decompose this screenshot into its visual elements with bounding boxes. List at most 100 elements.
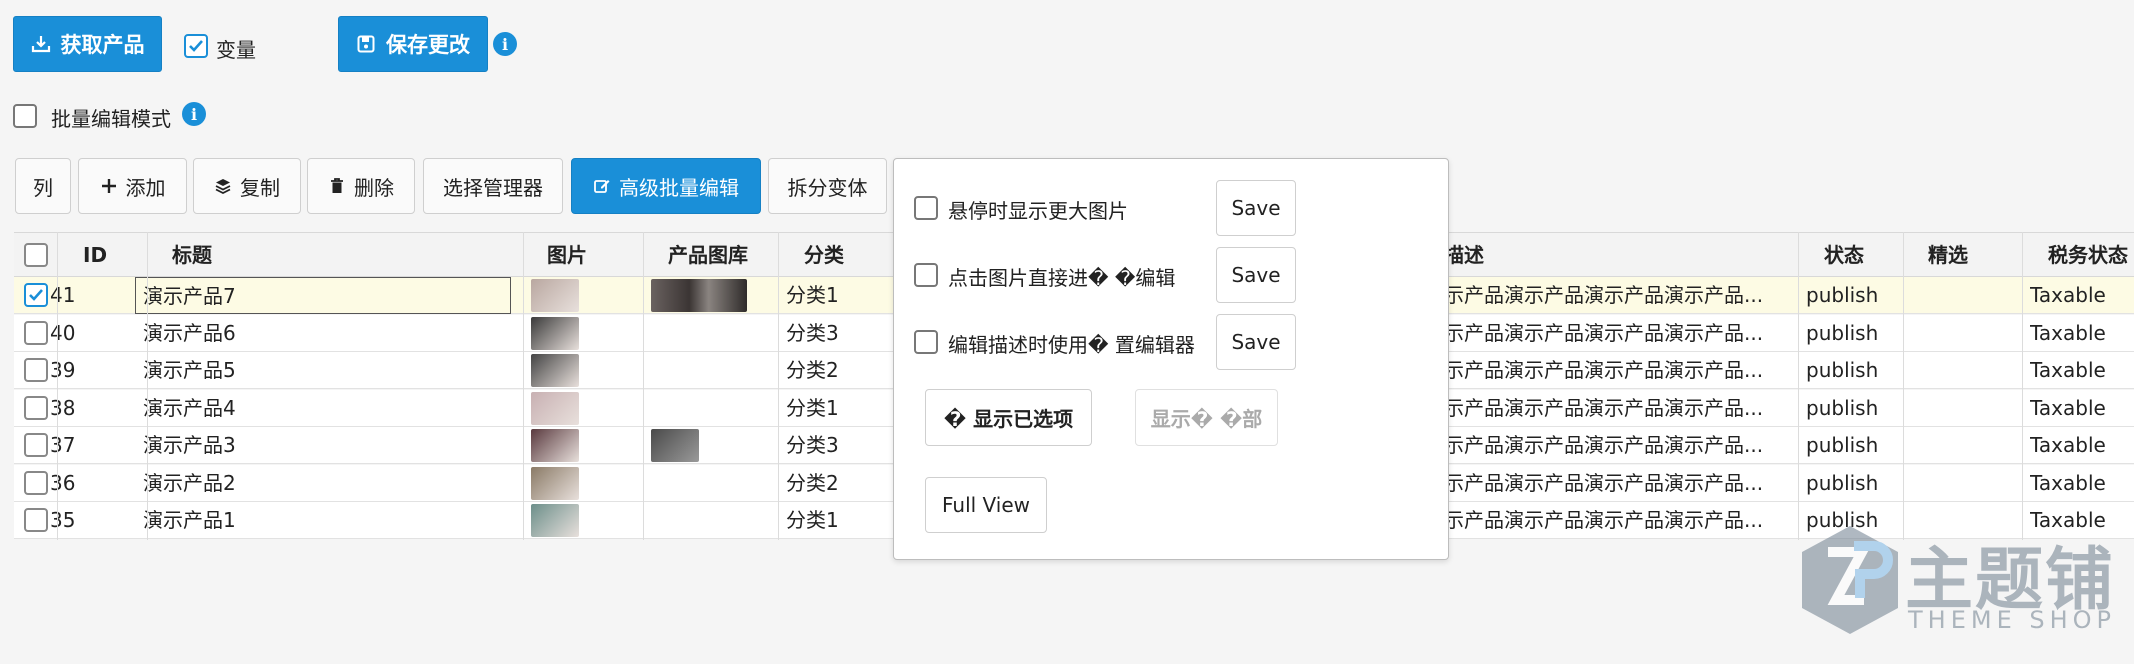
product-thumbnail[interactable]	[531, 466, 579, 500]
row-id[interactable]: 40	[50, 315, 130, 352]
row-category[interactable]: 分类1	[786, 277, 886, 314]
row-id[interactable]: 38	[50, 390, 130, 427]
save-changes-label: 保存更改	[386, 33, 470, 57]
header-description[interactable]: 描述	[1444, 233, 1484, 278]
bulk-edit-mode-label: 批量编辑模式	[51, 107, 171, 131]
row-title[interactable]: 演示产品7	[135, 277, 511, 314]
row-tax-status[interactable]: Taxable	[2030, 390, 2120, 427]
save-option1-button[interactable]: Save	[1216, 180, 1296, 236]
row-title[interactable]: 演示产品2	[143, 465, 503, 502]
hover-large-image-checkbox[interactable]	[914, 196, 938, 220]
product-thumbnail[interactable]	[531, 429, 579, 462]
row-title[interactable]: 演示产品5	[143, 352, 503, 389]
bulk-edit-info-icon[interactable]: i	[182, 102, 206, 126]
click-image-edit-checkbox[interactable]	[914, 263, 938, 287]
split-variants-button[interactable]: 拆分变体	[768, 158, 887, 214]
select-all-checkbox[interactable]	[24, 243, 48, 267]
add-button[interactable]: 添加	[78, 158, 187, 214]
save-option3-button[interactable]: Save	[1216, 314, 1296, 370]
row-status[interactable]: publish	[1806, 390, 1906, 427]
header-featured[interactable]: 精选	[1928, 233, 1968, 278]
row-title[interactable]: 演示产品1	[143, 502, 503, 539]
row-checkbox[interactable]	[24, 358, 48, 382]
row-tax-status[interactable]: Taxable	[2030, 427, 2120, 464]
header-title[interactable]: 标题	[172, 233, 212, 278]
row-title[interactable]: 演示产品3	[143, 427, 503, 464]
product-thumbnail[interactable]	[531, 391, 579, 425]
edit-icon	[594, 180, 610, 193]
advanced-options-popup: 悬停时显示更大图片 Save 点击图片直接进� �编辑 Save 编辑描述时使用…	[893, 158, 1449, 560]
columns-label: 列	[33, 175, 53, 200]
row-category[interactable]: 分类1	[786, 390, 886, 427]
row-id[interactable]: 35	[50, 502, 130, 539]
columns-button[interactable]: 列	[15, 158, 71, 214]
row-category[interactable]: 分类1	[786, 502, 886, 539]
split-variants-label: 拆分变体	[787, 175, 868, 200]
header-status[interactable]: 状态	[1824, 233, 1864, 278]
check-icon	[29, 289, 43, 301]
row-checkbox[interactable]	[24, 433, 48, 457]
row-id[interactable]: 37	[50, 427, 130, 464]
selection-manager-button[interactable]: 选择管理器	[423, 158, 563, 214]
row-status[interactable]: publish	[1806, 427, 1906, 464]
row-status[interactable]: publish	[1806, 352, 1906, 389]
advanced-bulk-edit-label: 高级批量编辑	[619, 175, 739, 200]
save-option2-button[interactable]: Save	[1216, 247, 1296, 303]
header-category[interactable]: 分类	[804, 233, 844, 278]
row-status[interactable]: publish	[1806, 277, 1906, 314]
row-description[interactable]: 示产品演示产品演示产品演示产品...	[1444, 277, 1796, 314]
row-title[interactable]: 演示产品4	[143, 390, 503, 427]
product-thumbnail[interactable]	[531, 504, 579, 537]
save-info-icon[interactable]: i	[493, 32, 517, 56]
row-description[interactable]: 示产品演示产品演示产品演示产品...	[1444, 465, 1796, 502]
delete-button[interactable]: 删除	[307, 158, 415, 214]
variant-checkbox[interactable]	[184, 34, 208, 58]
product-thumbnail[interactable]	[531, 279, 579, 312]
row-category[interactable]: 分类3	[786, 427, 886, 464]
row-description[interactable]: 示产品演示产品演示产品演示产品...	[1444, 315, 1796, 352]
row-checkbox[interactable]	[24, 470, 48, 495]
row-status[interactable]: publish	[1806, 315, 1906, 352]
header-tax-status[interactable]: 税务状态	[2048, 233, 2128, 278]
row-category[interactable]: 分类2	[786, 465, 886, 502]
row-category[interactable]: 分类2	[786, 352, 886, 389]
row-checkbox[interactable]	[24, 395, 48, 420]
gallery-thumbnail[interactable]	[651, 279, 747, 312]
row-tax-status[interactable]: Taxable	[2030, 315, 2120, 352]
row-description[interactable]: 示产品演示产品演示产品演示产品...	[1444, 502, 1796, 539]
row-description[interactable]: 示产品演示产品演示产品演示产品...	[1444, 427, 1796, 464]
row-checkbox[interactable]	[24, 283, 48, 307]
fetch-products-button[interactable]: 获取产品	[13, 16, 162, 72]
product-thumbnail[interactable]	[531, 316, 579, 350]
show-all-button[interactable]: 显示� �部	[1135, 389, 1278, 446]
row-description[interactable]: 示产品演示产品演示产品演示产品...	[1444, 390, 1796, 427]
row-checkbox[interactable]	[24, 320, 48, 345]
row-tax-status[interactable]: Taxable	[2030, 352, 2120, 389]
gallery-thumbnail[interactable]	[651, 429, 699, 462]
row-status[interactable]: publish	[1806, 465, 1906, 502]
row-id[interactable]: 36	[50, 465, 130, 502]
layers-icon	[215, 179, 231, 195]
row-category[interactable]: 分类3	[786, 315, 886, 352]
header-image[interactable]: 图片	[547, 233, 587, 278]
product-thumbnail[interactable]	[531, 354, 579, 387]
header-id[interactable]: ID	[83, 233, 107, 278]
row-id[interactable]: 39	[50, 352, 130, 389]
add-label: 添加	[125, 175, 166, 200]
save-changes-button[interactable]: 保存更改	[338, 16, 488, 72]
row-description[interactable]: 示产品演示产品演示产品演示产品...	[1444, 352, 1796, 389]
bulk-edit-mode-checkbox[interactable]	[13, 104, 37, 128]
row-title[interactable]: 演示产品6	[143, 315, 503, 352]
row-tax-status[interactable]: Taxable	[2030, 465, 2120, 502]
show-selected-button[interactable]: � 显示已选项	[925, 389, 1092, 446]
row-checkbox[interactable]	[24, 508, 48, 532]
row-tax-status[interactable]: Taxable	[2030, 277, 2120, 314]
builtin-editor-label: 编辑描述时使用� 置编辑器	[948, 333, 1195, 357]
full-view-button[interactable]: Full View	[925, 477, 1047, 533]
copy-button[interactable]: 复制	[193, 158, 301, 214]
advanced-bulk-edit-button[interactable]: 高级批量编辑	[571, 158, 761, 214]
builtin-editor-checkbox[interactable]	[914, 330, 938, 354]
row-id[interactable]: 41	[50, 277, 130, 314]
header-gallery[interactable]: 产品图库	[668, 233, 748, 278]
watermark-sub: THEME SHOP	[1908, 606, 2117, 634]
